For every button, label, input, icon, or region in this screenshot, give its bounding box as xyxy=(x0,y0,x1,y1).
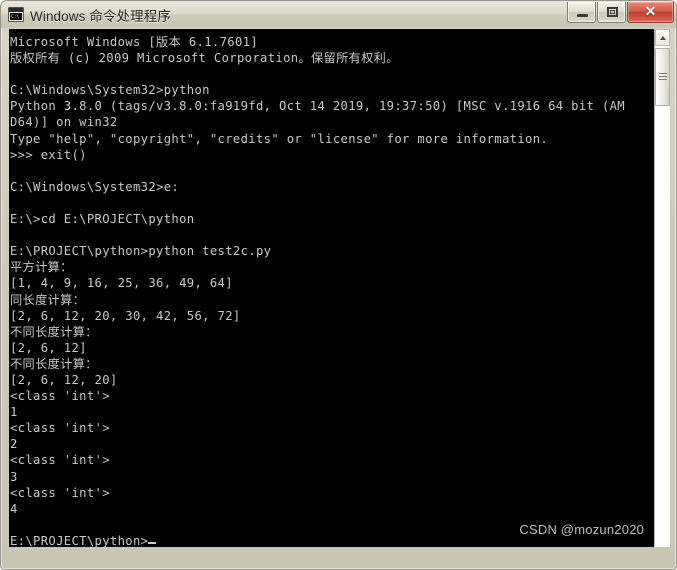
console-line: <class 'int'> xyxy=(10,421,110,436)
scroll-up-button[interactable] xyxy=(655,29,670,46)
console-window: C:\ Windows 命令处理程序 ✕ Microsoft Windows [… xyxy=(0,0,677,570)
window-controls: ✕ xyxy=(566,2,674,23)
console-output[interactable]: Microsoft Windows [版本 6.1.7601] 版权所有 (c) … xyxy=(9,29,654,547)
console-line: 平方计算： xyxy=(10,260,73,275)
console-icon: C:\ xyxy=(8,7,24,22)
title-bar[interactable]: C:\ Windows 命令处理程序 ✕ xyxy=(1,1,676,28)
console-scrollbar[interactable] xyxy=(654,29,670,547)
console-line: Type "help", "copyright", "credits" or "… xyxy=(10,131,549,146)
console-line: E:\PROJECT\python>python test2c.py xyxy=(10,244,272,259)
console-line: 不同长度计算： xyxy=(10,356,98,371)
console-line: <class 'int'> xyxy=(10,485,110,500)
console-line: 1 xyxy=(10,405,18,420)
restore-icon xyxy=(607,7,618,17)
console-line: C:\Windows\System32>python xyxy=(10,83,210,98)
close-icon: ✕ xyxy=(644,2,657,19)
scroll-thumb-grip-icon xyxy=(659,73,667,80)
console-line: 3 xyxy=(10,469,18,484)
text-cursor xyxy=(148,541,157,544)
console-line: [2, 6, 12, 20] xyxy=(10,372,118,387)
console-line: >>> exit() xyxy=(10,147,87,162)
console-line: Python 3.8.0 (tags/v3.8.0:fa919fd, Oct 1… xyxy=(10,99,625,114)
console-line: 2 xyxy=(10,437,18,452)
restore-button[interactable] xyxy=(597,2,626,23)
console-line: <class 'int'> xyxy=(10,453,110,468)
console-icon-text: C:\ xyxy=(10,13,22,20)
console-line: 同长度计算： xyxy=(10,292,86,307)
console-line: <class 'int'> xyxy=(10,389,110,404)
console-line: [1, 4, 9, 16, 25, 36, 49, 64] xyxy=(10,276,233,291)
minimize-icon xyxy=(577,14,588,17)
console-line: 版权所有 (c) 2009 Microsoft Corporation。保留所有… xyxy=(10,51,399,66)
console-line: Microsoft Windows [版本 6.1.7601] xyxy=(10,35,259,49)
console-line: E:\>cd E:\PROJECT\python xyxy=(10,212,195,227)
scroll-thumb[interactable] xyxy=(655,48,670,106)
minimize-button[interactable] xyxy=(567,2,596,23)
console-line: [2, 6, 12] xyxy=(10,340,87,355)
console-line: 4 xyxy=(10,501,18,516)
console-line: D64)] on win32 xyxy=(10,115,118,130)
window-title: Windows 命令处理程序 xyxy=(30,8,171,24)
console-line: [2, 6, 12, 20, 30, 42, 56, 72] xyxy=(10,308,241,323)
watermark: CSDN @mozun2020 xyxy=(519,522,644,537)
scroll-up-arrow-icon xyxy=(660,36,666,40)
close-button[interactable]: ✕ xyxy=(627,2,674,23)
console-line: C:\Windows\System32>e: xyxy=(10,179,180,194)
console-line: 不同长度计算： xyxy=(10,324,98,339)
scrollbar-track[interactable] xyxy=(655,46,670,547)
console-area: Microsoft Windows [版本 6.1.7601] 版权所有 (c) … xyxy=(9,29,670,547)
